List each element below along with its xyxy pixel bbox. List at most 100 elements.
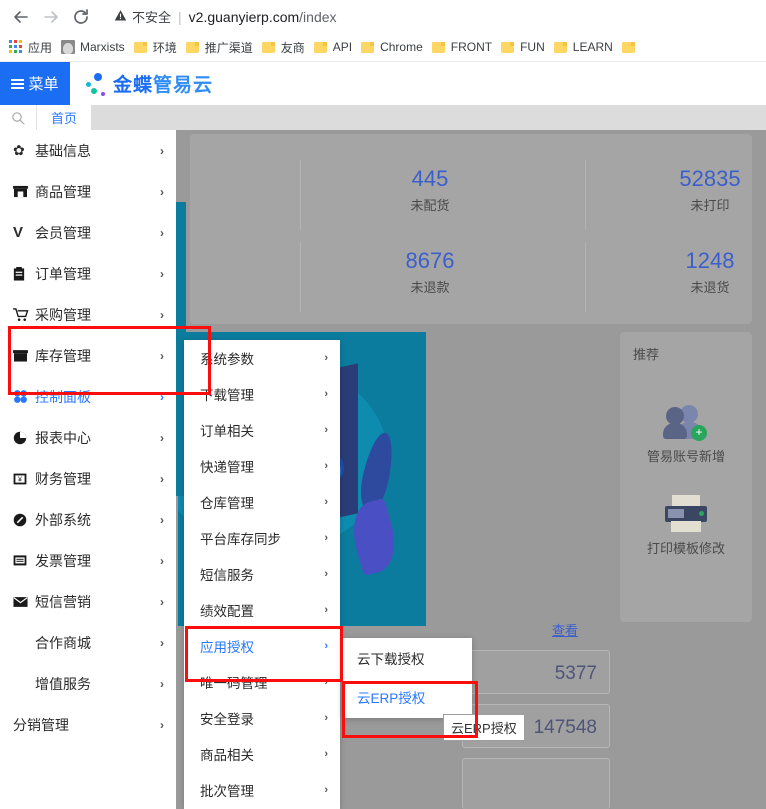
submenu-item-cloud-erp-auth[interactable]: 云ERP授权 <box>342 677 472 716</box>
sidebar-item-inventory-management[interactable]: 库存管理 › <box>0 335 176 376</box>
invoice-icon <box>13 554 35 567</box>
submenu-item-label: 唯一码管理 <box>200 676 268 691</box>
bookmark-folder-learn[interactable]: LEARN <box>552 36 620 58</box>
apps-grid-icon <box>9 40 23 54</box>
chevron-right-icon: › <box>324 604 328 616</box>
submenu-item-sms-service[interactable]: 短信服务 › <box>184 556 340 592</box>
stat-label: 未打印 <box>690 198 730 213</box>
chevron-right-icon: › <box>324 676 328 688</box>
bookmark-folder-fun[interactable]: FUN <box>499 36 552 58</box>
submenu-item-batch-management[interactable]: 批次管理 › <box>184 772 340 808</box>
sidebar-item-basic-info[interactable]: ✿ 基础信息 › <box>0 130 176 171</box>
submenu-item-product-related[interactable]: 商品相关 › <box>184 736 340 772</box>
bookmark-label: 环境 <box>152 40 177 55</box>
bookmark-apps[interactable]: 应用 <box>7 36 59 58</box>
reload-icon[interactable] <box>66 2 96 32</box>
recommend-item-print-template[interactable]: 打印模板修改 <box>620 495 752 557</box>
submenu-item-app-authorization[interactable]: 应用授权 › <box>184 628 340 664</box>
chevron-right-icon: › <box>324 424 328 436</box>
forward-icon[interactable] <box>36 2 66 32</box>
stat-label: 未退货 <box>690 280 730 295</box>
bookmark-marxists[interactable]: Marxists <box>59 36 132 58</box>
sidebar-item-control-panel[interactable]: 控制面板 › <box>0 376 176 417</box>
submenu-item-label: 安全登录 <box>200 712 254 727</box>
search-icon[interactable] <box>0 105 37 130</box>
bookmark-label: FUN <box>520 40 545 54</box>
sidebar-menu: ✿ 基础信息 › 商品管理 › V 会员管理 › 订单管理 › 采购管理 › 库… <box>0 130 176 809</box>
sidebar-item-sms-marketing[interactable]: 短信营销 › <box>0 581 176 622</box>
submenu-item-cloud-download-auth[interactable]: 云下载授权 <box>342 638 472 677</box>
folder-icon <box>553 41 568 53</box>
sidebar-item-member-management[interactable]: V 会员管理 › <box>0 212 176 253</box>
sidebar-item-product-management[interactable]: 商品管理 › <box>0 171 176 212</box>
bookmark-folder-huanjing[interactable]: 环境 <box>132 36 184 58</box>
tab-home[interactable]: 首页 <box>37 105 92 130</box>
metric-value: 5377 <box>554 663 597 684</box>
stat-value: 52835 <box>679 166 741 191</box>
tooltip-cloud-erp-auth: 云ERP授权 <box>443 714 525 741</box>
submenu-item-secure-login[interactable]: 安全登录 › <box>184 700 340 736</box>
submenu-item-label: 仓库管理 <box>200 496 254 511</box>
view-more-link[interactable]: 查看 <box>552 620 740 639</box>
chevron-right-icon: › <box>160 553 164 568</box>
submenu-item-warehouse-management[interactable]: 仓库管理 › <box>184 484 340 520</box>
sidebar-item-partner-mall[interactable]: 合作商城 › <box>0 622 176 663</box>
sidebar-item-distribution-management[interactable]: 分销管理 › <box>0 704 176 745</box>
sidebar-item-label: 订单管理 <box>35 265 91 282</box>
bookmark-folder-youshang[interactable]: 友商 <box>260 36 312 58</box>
metric-card-3[interactable] <box>462 758 610 809</box>
recommend-item-label: 打印模板修改 <box>646 541 725 556</box>
metric-value: 147548 <box>533 717 597 738</box>
stat-unrefunded[interactable]: 8676 未退款 <box>360 248 500 296</box>
submenu-control-panel: 系统参数 › 下载管理 › 订单相关 › 快递管理 › 仓库管理 › 平台库存同… <box>184 340 340 809</box>
submenu-item-unique-code-management[interactable]: 唯一码管理 › <box>184 664 340 700</box>
bookmark-folder-api[interactable]: API <box>312 36 359 58</box>
chevron-right-icon: › <box>324 532 328 544</box>
back-icon[interactable] <box>6 2 36 32</box>
bookmark-folder-tuiguangqudao[interactable]: 推广渠道 <box>184 36 260 58</box>
submenu-item-performance-config[interactable]: 绩效配置 › <box>184 592 340 628</box>
stat-unprinted[interactable]: 52835 未打印 <box>640 166 766 214</box>
bookmark-folder-front[interactable]: FRONT <box>430 36 499 58</box>
chevron-right-icon: › <box>324 460 328 472</box>
chevron-right-icon: › <box>160 717 164 732</box>
browser-toolbar: 不安全 | v2.guanyierp.com/index <box>0 0 766 33</box>
sidebar-item-purchase-management[interactable]: 采购管理 › <box>0 294 176 335</box>
sidebar-item-order-management[interactable]: 订单管理 › <box>0 253 176 294</box>
chevron-right-icon: › <box>324 388 328 400</box>
submenu-item-system-params[interactable]: 系统参数 › <box>184 340 340 376</box>
stat-label: 未配货 <box>410 198 450 213</box>
folder-icon <box>621 41 636 53</box>
sidebar-item-finance-management[interactable]: ¥ 财务管理 › <box>0 458 176 499</box>
sidebar-item-report-center[interactable]: 报表中心 › <box>0 417 176 458</box>
security-status[interactable]: 不安全 <box>114 7 171 26</box>
sidebar-item-label: 控制面板 <box>35 388 91 405</box>
chevron-right-icon: › <box>324 496 328 508</box>
metric-card-1[interactable]: 5377 <box>462 650 610 694</box>
stat-label: 未退款 <box>410 280 450 295</box>
submenu-item-download-management[interactable]: 下载管理 › <box>184 376 340 412</box>
submenu-item-express-management[interactable]: 快递管理 › <box>184 448 340 484</box>
bookmark-folder-chrome[interactable]: Chrome <box>359 36 430 58</box>
recommend-item-label: 管易账号新增 <box>646 449 725 464</box>
screenshot-root: 不安全 | v2.guanyierp.com/index 应用 Marxists… <box>0 0 766 809</box>
recommend-item-add-account[interactable]: + 管易账号新增 <box>620 403 752 465</box>
sidebar-item-value-added-service[interactable]: 增值服务 › <box>0 663 176 704</box>
address-bar[interactable]: 不安全 | v2.guanyierp.com/index <box>104 3 756 30</box>
sidebar-item-external-system[interactable]: 外部系统 › <box>0 499 176 540</box>
folder-icon <box>185 41 200 53</box>
sidebar-item-invoice-management[interactable]: 发票管理 › <box>0 540 176 581</box>
gear-icon: ✿ <box>13 142 25 158</box>
brand-logo: 金蝶管易云 <box>70 62 213 105</box>
stat-unreturned[interactable]: 1248 未退货 <box>640 248 766 296</box>
brand-part1: 金蝶 <box>113 75 154 96</box>
brand-dots-icon <box>83 70 107 98</box>
chevron-right-icon: › <box>160 471 164 486</box>
submenu-item-platform-stock-sync[interactable]: 平台库存同步 › <box>184 520 340 556</box>
site-favicon <box>61 40 76 54</box>
submenu-item-label: 下载管理 <box>200 388 254 403</box>
submenu-item-order-related[interactable]: 订单相关 › <box>184 412 340 448</box>
bookmark-folder-overflow[interactable] <box>620 36 643 58</box>
menu-toggle-button[interactable]: 菜单 <box>0 62 70 105</box>
stat-unshipped[interactable]: 445 未配货 <box>360 166 500 214</box>
